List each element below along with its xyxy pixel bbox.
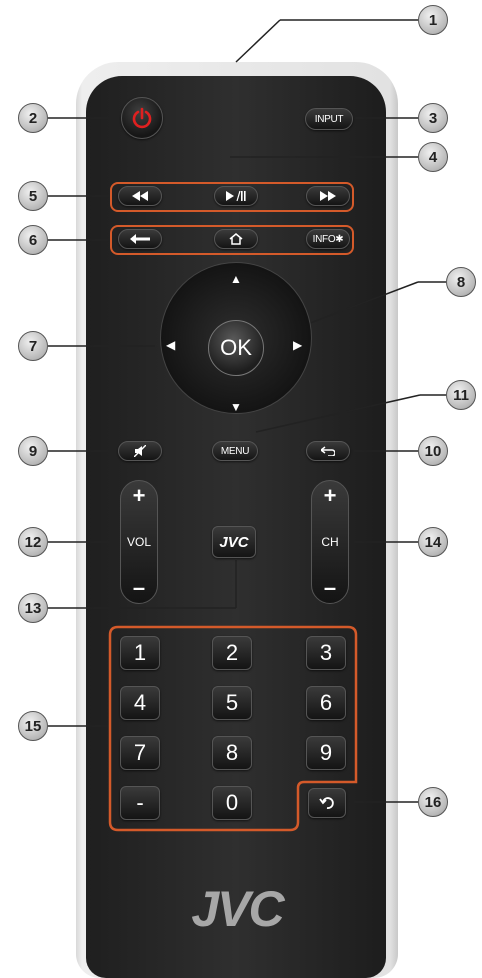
digit-1-button[interactable]: 1 (120, 636, 160, 670)
digit-4-button[interactable]: 4 (120, 686, 160, 720)
digit-7-button[interactable]: 7 (120, 736, 160, 770)
digit-5-button[interactable]: 5 (212, 686, 252, 720)
brand-logo: JVC (191, 881, 284, 937)
digit-6-button[interactable]: 6 (306, 686, 346, 720)
numpad-group-outline (108, 625, 358, 832)
dash-button[interactable]: - (120, 786, 160, 820)
digit-9-button[interactable]: 9 (306, 736, 346, 770)
recall-icon (319, 797, 334, 809)
digit-2-button[interactable]: 2 (212, 636, 252, 670)
digit-8-button[interactable]: 8 (212, 736, 252, 770)
digit-3-button[interactable]: 3 (306, 636, 346, 670)
digit-0-button[interactable]: 0 (212, 786, 252, 820)
recall-button[interactable] (308, 788, 346, 818)
